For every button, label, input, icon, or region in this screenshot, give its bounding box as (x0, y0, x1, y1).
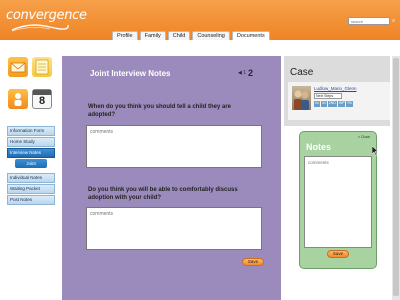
logo-text: convergence (6, 8, 87, 23)
mail-icon[interactable] (8, 57, 28, 77)
case-panel: Case Ludlow_Mario_Glenn Next Steps 04 04… (284, 56, 390, 126)
question-1-text: When do you think you should tell a chil… (88, 104, 232, 118)
main-tabs: Profile Family Child Counseling Document… (112, 31, 270, 40)
tab-counseling[interactable]: Counseling (192, 31, 230, 40)
sidebar-item-individual-notes[interactable]: Individual Notes (7, 173, 55, 183)
pager-current-page: 2 (247, 68, 253, 78)
sidebar-item-information-form[interactable]: Information Form (7, 126, 55, 136)
interview-notes-panel: Joint Interview Notes ◀ 1 2 When do you … (62, 56, 281, 300)
case-code[interactable]: 2ND (327, 101, 337, 107)
sidebar-item-interview-notes[interactable]: Interview Notes (7, 148, 55, 158)
case-codes: 04 04 2ND WP PA (314, 101, 353, 107)
logo-swoosh-icon (11, 24, 69, 32)
case-code[interactable]: 04 (320, 101, 327, 107)
pagination: ◀ 1 2 (238, 68, 253, 78)
notepad-icon[interactable] (32, 57, 52, 77)
sidebar-subitem-joint[interactable]: Joint (15, 159, 47, 168)
case-status-select[interactable]: Next Steps (314, 93, 342, 99)
mouse-cursor-icon (372, 146, 379, 156)
case-title: Case (290, 67, 314, 78)
page-scrollbar[interactable] (392, 56, 400, 300)
save-button[interactable]: Save (242, 258, 264, 266)
scrollbar-thumb[interactable] (393, 58, 399, 296)
tab-documents[interactable]: Documents (231, 31, 270, 40)
search-input[interactable] (348, 17, 390, 25)
notes-close-button[interactable]: × Close (358, 135, 370, 139)
tab-child[interactable]: Child (167, 31, 191, 40)
person-icon[interactable] (8, 89, 28, 109)
app-header: convergence ⌕ Profile Family Child Couns… (0, 0, 400, 40)
case-card: Ludlow_Mario_Glenn Next Steps 04 04 2ND … (288, 82, 390, 120)
sidebar-nav: Information Form Home Study Interview No… (7, 126, 55, 206)
case-code[interactable]: PA (346, 101, 353, 107)
question-2-answer-field[interactable] (86, 207, 262, 250)
notes-field[interactable] (304, 156, 372, 248)
sidebar-item-home-study[interactable]: Home Study (7, 137, 55, 147)
search-icon[interactable]: ⌕ (392, 17, 398, 25)
pager-prev-button[interactable]: ◀ 1 (238, 70, 246, 76)
case-name-link[interactable]: Ludlow_Mario_Glenn (314, 86, 357, 91)
calendar-icon[interactable]: 8 (32, 89, 52, 109)
question-2-text: Do you think you will be able to comfort… (88, 187, 238, 201)
case-photo (292, 86, 311, 110)
convergence-logo[interactable]: convergence (6, 8, 87, 32)
case-code[interactable]: 04 (314, 101, 320, 107)
tab-family[interactable]: Family (139, 31, 166, 40)
calendar-day-number: 8 (38, 95, 46, 107)
sidebar-item-waiting-packet[interactable]: Waiting Packet (7, 184, 55, 194)
page-title: Joint Interview Notes (90, 69, 171, 78)
sidebar-item-post-notes[interactable]: Post Notes (7, 195, 55, 205)
tab-profile[interactable]: Profile (112, 31, 138, 40)
case-code[interactable]: WP (337, 101, 346, 107)
question-1-answer-field[interactable] (86, 125, 262, 168)
notes-title: Notes (306, 142, 332, 152)
notes-panel: × Close Notes Save (299, 131, 377, 269)
notes-save-button[interactable]: Save (327, 250, 349, 258)
